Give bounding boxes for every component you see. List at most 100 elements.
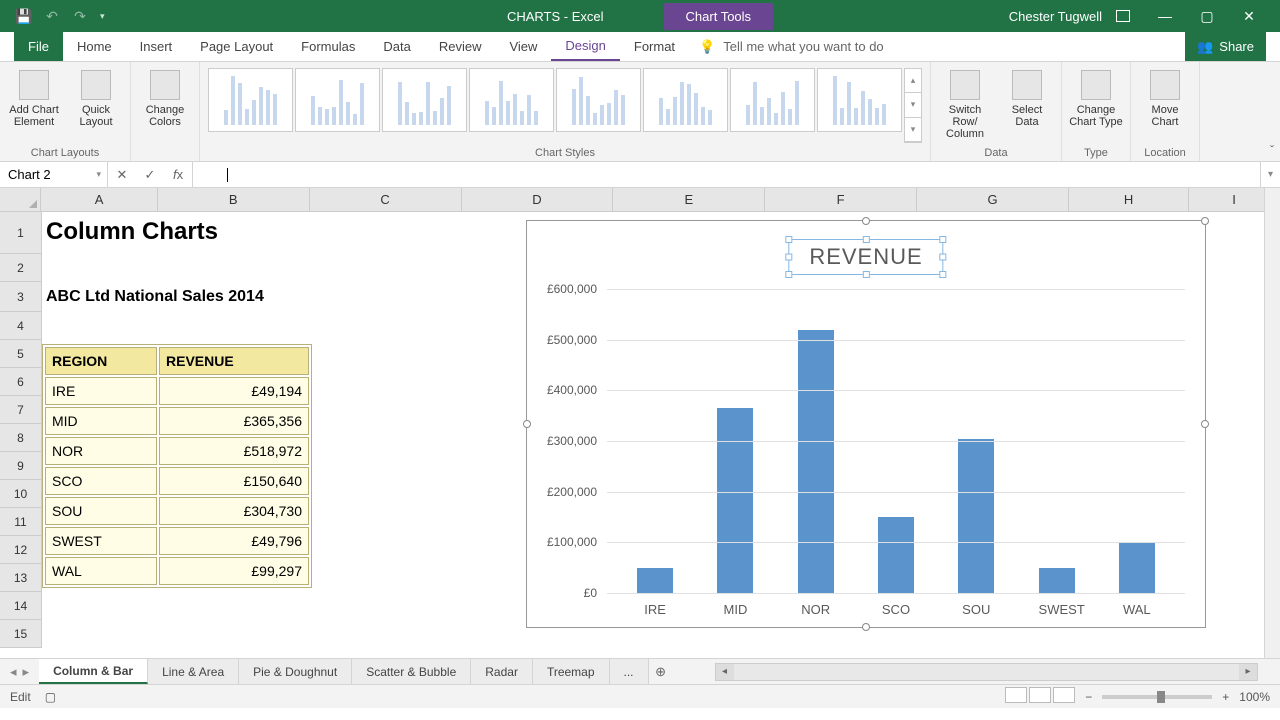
bar[interactable] [637,568,673,593]
sheet-tab[interactable]: Pie & Doughnut [239,659,352,684]
zoom-in-icon[interactable]: + [1222,690,1229,704]
expand-formula-icon[interactable]: ▾ [1260,162,1280,187]
scroll-right-icon[interactable]: ▸ [1239,664,1257,680]
table-row[interactable]: SCO£150,640 [45,467,309,495]
chart-title[interactable]: REVENUE [788,239,943,275]
table-row[interactable]: SWEST£49,796 [45,527,309,555]
row-header[interactable]: 1 [0,212,42,254]
tab-view[interactable]: View [495,32,551,61]
chart-handle[interactable] [862,217,870,225]
macro-record-icon[interactable]: ▢ [45,690,56,704]
chart-style-thumb[interactable] [469,68,554,132]
row-header[interactable]: 6 [0,368,42,396]
enter-icon[interactable]: ✓ [136,167,164,183]
title-handle[interactable] [785,254,792,261]
row-header[interactable]: 7 [0,396,42,424]
row-header[interactable]: 3 [0,282,42,312]
tell-me-search[interactable]: 💡 Tell me what you want to do [699,32,884,61]
title-handle[interactable] [862,236,869,243]
chart-object[interactable]: REVENUE £0£100,000£200,000£300,000£400,0… [526,220,1206,628]
bar[interactable] [1119,543,1155,593]
column-header[interactable]: H [1069,188,1189,211]
row-header[interactable]: 5 [0,340,42,368]
select-data-button[interactable]: Select Data [999,66,1055,145]
tab-data[interactable]: Data [369,32,424,61]
tab-page-layout[interactable]: Page Layout [186,32,287,61]
collapse-ribbon-icon[interactable]: ˇ [1270,143,1274,157]
column-header[interactable]: D [462,188,614,211]
zoom-out-icon[interactable]: − [1085,690,1092,704]
bar[interactable] [878,517,914,593]
tab-formulas[interactable]: Formulas [287,32,369,61]
column-header[interactable]: G [917,188,1069,211]
sheet-next-icon[interactable]: ▸ [23,664,30,680]
chart-styles-more[interactable]: ▴▾▾ [904,68,922,143]
share-button[interactable]: 👥 Share [1185,32,1266,61]
chart-style-thumb[interactable] [295,68,380,132]
formula-input[interactable] [193,162,1260,187]
chart-handle[interactable] [862,623,870,631]
title-handle[interactable] [785,236,792,243]
sheet-tab[interactable]: Scatter & Bubble [352,659,471,684]
fx-icon[interactable]: fx [164,167,192,182]
column-header[interactable]: B [158,188,310,211]
view-buttons[interactable] [1003,687,1075,706]
chart-handle[interactable] [1201,217,1209,225]
row-header[interactable]: 8 [0,424,42,452]
column-header[interactable]: F [765,188,917,211]
row-header[interactable]: 12 [0,536,42,564]
title-handle[interactable] [940,271,947,278]
vertical-scrollbar[interactable] [1264,188,1280,658]
title-handle[interactable] [940,236,947,243]
data-table[interactable]: REGIONREVENUE IRE£49,194MID£365,356NOR£5… [42,344,312,588]
bar[interactable] [1039,568,1075,593]
new-sheet-button[interactable]: ⊕ [649,664,673,680]
tab-insert[interactable]: Insert [126,32,187,61]
sheet-tab[interactable]: Radar [471,659,533,684]
table-row[interactable]: IRE£49,194 [45,377,309,405]
select-all-corner[interactable] [0,188,41,211]
chart-style-thumb[interactable] [730,68,815,132]
row-header[interactable]: 14 [0,592,42,620]
cancel-icon[interactable]: ✕ [108,167,136,183]
chart-style-thumb[interactable] [382,68,467,132]
tab-review[interactable]: Review [425,32,496,61]
change-chart-type-button[interactable]: Change Chart Type [1068,66,1124,145]
row-header[interactable]: 4 [0,312,42,340]
row-header[interactable]: 9 [0,452,42,480]
move-chart-button[interactable]: Move Chart [1137,66,1193,145]
tab-design[interactable]: Design [551,32,619,61]
quick-layout-button[interactable]: Quick Layout [68,66,124,145]
tab-home[interactable]: Home [63,32,126,61]
sheet-prev-icon[interactable]: ◂ [10,664,17,680]
horizontal-scrollbar[interactable]: ◂ ▸ [715,663,1258,681]
row-header[interactable]: 11 [0,508,42,536]
table-row[interactable]: MID£365,356 [45,407,309,435]
tab-file[interactable]: File [14,32,63,61]
row-header[interactable]: 13 [0,564,42,592]
row-header[interactable]: 2 [0,254,42,282]
worksheet-grid[interactable]: ABCDEFGHI 123456789101112131415 Column C… [0,188,1280,658]
name-box[interactable]: Chart 2 [0,162,108,187]
switch-row-column-button[interactable]: Switch Row/ Column [937,66,993,145]
chart-style-thumb[interactable] [556,68,641,132]
table-row[interactable]: WAL£99,297 [45,557,309,585]
user-name[interactable]: Chester Tugwell [1009,9,1102,24]
column-header[interactable]: A [41,188,157,211]
chart-handle[interactable] [1201,420,1209,428]
sheet-tab[interactable]: Treemap [533,659,610,684]
column-header[interactable]: C [310,188,462,211]
zoom-level[interactable]: 100% [1239,690,1270,704]
row-header[interactable]: 15 [0,620,42,648]
bar[interactable] [798,330,834,593]
title-handle[interactable] [785,271,792,278]
sheet-tab[interactable]: Column & Bar [39,659,148,684]
redo-icon[interactable]: ↷ [72,8,88,24]
chart-style-thumb[interactable] [643,68,728,132]
sheet-tab[interactable]: Line & Area [148,659,239,684]
column-header[interactable]: E [613,188,765,211]
save-icon[interactable]: 💾 [16,8,32,24]
zoom-slider[interactable] [1102,695,1212,699]
close-button[interactable]: ✕ [1228,0,1270,32]
title-handle[interactable] [862,271,869,278]
